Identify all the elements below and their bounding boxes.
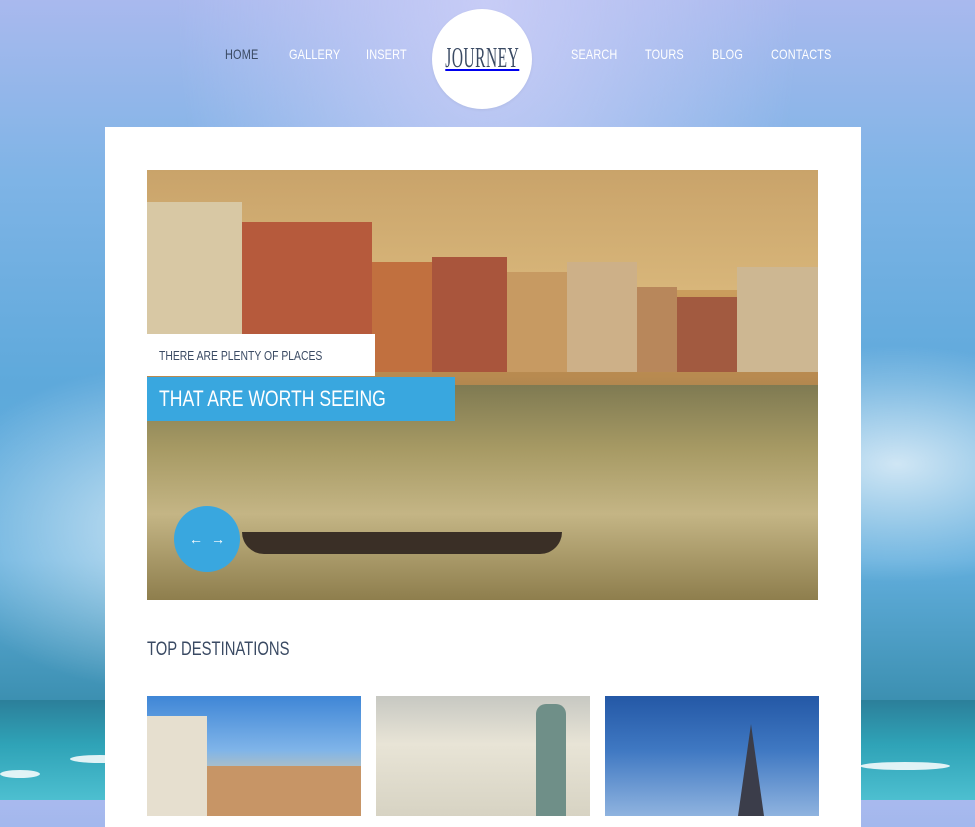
main-card: THERE ARE PLENTY OF PLACES THAT ARE WORT… [105,127,861,827]
destination-paris[interactable] [605,696,819,816]
hero-building [637,287,677,372]
slider-caption-small: THERE ARE PLENTY OF PLACES [147,334,376,376]
arrow-left-icon[interactable]: ← [189,531,203,547]
hero-building [372,262,432,372]
destination-venice[interactable] [147,696,361,816]
section-title: TOP DESTINATIONS [147,639,290,660]
venice-building [147,716,207,816]
destination-new-york[interactable] [376,696,590,816]
hero-building [677,297,737,372]
hero-building [507,272,567,372]
nav-search[interactable]: SEARCH [571,46,617,62]
nav-insert[interactable]: INSERT [366,46,407,62]
hero-building [432,257,507,372]
statue-of-liberty [536,704,566,816]
nav-gallery[interactable]: GALLERY [289,46,340,62]
slider-caption-large: THAT ARE WORTH SEEING [147,377,455,421]
hero-gondola [242,532,562,554]
venice-houses [207,766,361,816]
arrow-right-icon[interactable]: → [211,531,225,547]
hero-building [737,267,818,372]
eiffel-tower [738,724,764,816]
nav-tours[interactable]: TOURS [645,46,684,62]
nav-home[interactable]: HOME [225,46,258,62]
slider-arrows: ← → [174,506,240,572]
hero-building [567,262,637,372]
hero-slider: THERE ARE PLENTY OF PLACES THAT ARE WORT… [147,170,818,600]
logo[interactable]: JOURNEY [432,9,532,109]
nav-contacts[interactable]: CONTACTS [771,46,831,62]
nav-blog[interactable]: BLOG [712,46,743,62]
logo-text: JOURNEY [444,43,520,74]
